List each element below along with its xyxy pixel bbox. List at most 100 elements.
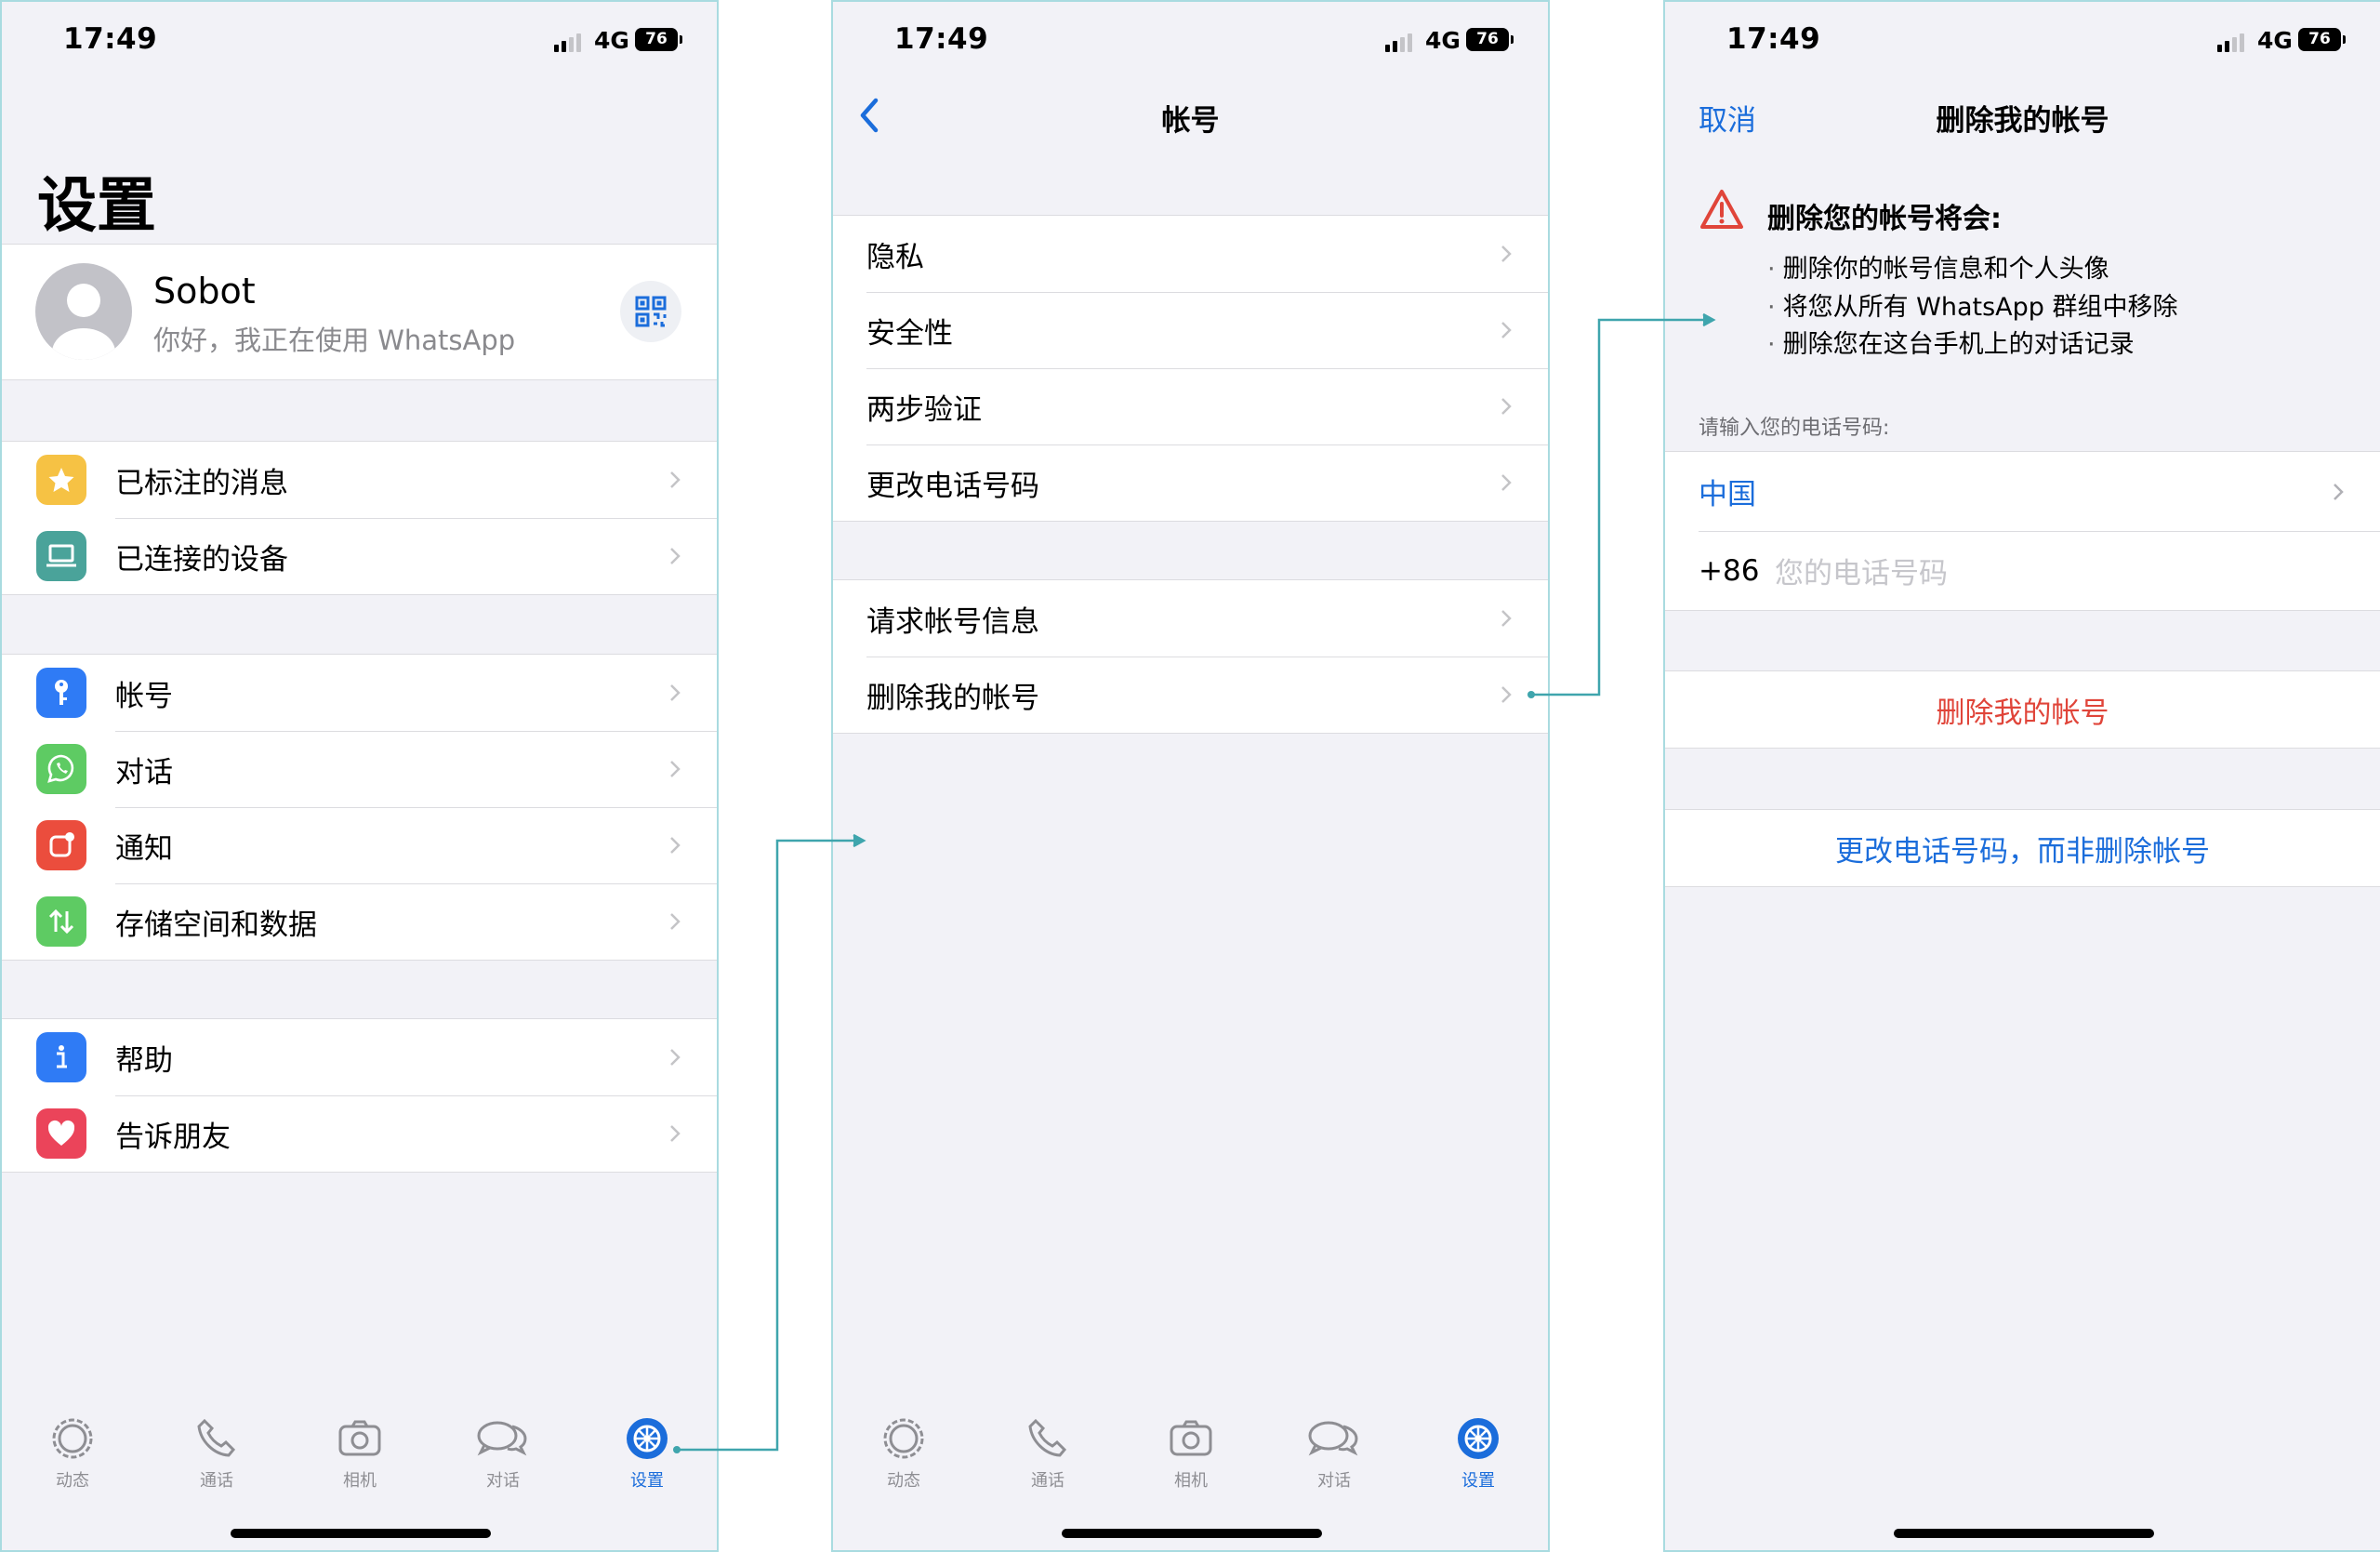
account-item-label: 删除我的帐号	[866, 681, 1039, 715]
account-item-privacy[interactable]: 隐私	[833, 216, 1548, 292]
profile-status: 你好，我正在使用 WhatsApp	[153, 325, 516, 356]
chevron-right-icon	[670, 1049, 681, 1066]
battery-icon: 76	[635, 28, 682, 51]
settings-item-label: 存储空间和数据	[115, 908, 317, 942]
settings-item-help[interactable]: 帮助	[2, 1019, 717, 1095]
tab-bar: 动态 通话 相机 对话 设置	[2, 1397, 717, 1550]
phone-number-row: +86 您的电话号码	[1665, 531, 2380, 610]
account-item-delete[interactable]: 删除我的帐号	[833, 657, 1548, 733]
network-type: 4G	[1425, 27, 1461, 54]
settings-item-label: 通知	[115, 831, 173, 866]
account-item-label: 安全性	[866, 316, 953, 351]
tab-status[interactable]: 动态	[866, 1415, 941, 1492]
settings-screen: 17:49 4G 76 设置 Sobot 你好，我正在使用 WhatsApp 已…	[0, 0, 719, 1552]
chevron-right-icon	[1501, 245, 1512, 262]
account-group-1: 隐私 安全性 两步验证 更改电话号码	[833, 215, 1548, 522]
phone-icon	[1028, 1418, 1067, 1457]
chevron-right-icon	[670, 913, 681, 930]
status-time: 17:49	[1726, 22, 1821, 56]
account-item-request-info[interactable]: 请求帐号信息	[833, 580, 1548, 657]
chevron-right-icon	[670, 684, 681, 701]
chevron-right-icon	[670, 471, 681, 488]
change-number-group: 更改电话号码，而非删除帐号	[1665, 809, 2380, 887]
settings-item-label: 对话	[115, 755, 173, 789]
qr-code-button[interactable]	[620, 281, 681, 342]
arrows-updown-icon	[36, 896, 86, 947]
signal-icon	[2217, 32, 2249, 52]
camera-icon	[1170, 1420, 1212, 1456]
status-time: 17:49	[894, 22, 989, 56]
bottom-area	[1665, 1397, 2380, 1550]
settings-item-chats[interactable]: 对话	[2, 731, 717, 807]
tab-calls[interactable]: 通话	[179, 1415, 254, 1492]
phone-number-input[interactable]: 您的电话号码	[1775, 550, 1948, 591]
network-type: 4G	[594, 27, 629, 54]
settings-item-tell-friend[interactable]: 告诉朋友	[2, 1095, 717, 1172]
settings-item-linked-devices[interactable]: 已连接的设备	[2, 518, 717, 594]
settings-item-label: 已连接的设备	[115, 542, 288, 577]
battery-icon: 76	[2298, 28, 2346, 51]
delete-button-group: 删除我的帐号	[1665, 670, 2380, 749]
account-item-security[interactable]: 安全性	[833, 292, 1548, 368]
tab-camera[interactable]: 相机	[1154, 1415, 1228, 1492]
star-icon	[36, 455, 86, 505]
network-type: 4G	[2257, 27, 2293, 54]
tab-label: 相机	[1174, 1471, 1208, 1491]
tab-settings[interactable]: 设置	[1441, 1415, 1515, 1492]
chevron-right-icon	[670, 761, 681, 777]
chevron-right-icon	[2334, 484, 2344, 500]
status-icon	[883, 1418, 924, 1459]
change-number-button[interactable]: 更改电话号码，而非删除帐号	[1665, 810, 2380, 886]
settings-item-notifications[interactable]: 通知	[2, 807, 717, 883]
avatar[interactable]	[35, 263, 132, 360]
tab-camera[interactable]: 相机	[323, 1415, 397, 1492]
account-item-two-step[interactable]: 两步验证	[833, 368, 1548, 444]
account-group-2: 请求帐号信息 删除我的帐号	[833, 579, 1548, 734]
phone-hint: 请输入您的电话号码:	[1699, 417, 1890, 440]
home-indicator	[1894, 1529, 2154, 1538]
home-indicator	[1062, 1529, 1322, 1538]
key-icon	[36, 668, 86, 718]
settings-item-storage[interactable]: 存储空间和数据	[2, 883, 717, 960]
tab-label: 对话	[486, 1471, 520, 1491]
phone-input-group: 中国 +86 您的电话号码	[1665, 451, 2380, 611]
tab-label: 通话	[1031, 1471, 1064, 1491]
settings-group-2: 帐号 对话 通知 存储空间和数据	[2, 654, 717, 961]
chevron-right-icon	[670, 548, 681, 564]
chevron-right-icon	[1501, 474, 1512, 491]
warning-title: 删除您的帐号将会:	[1767, 203, 2002, 235]
settings-item-label: 帮助	[115, 1043, 173, 1078]
account-item-label: 两步验证	[866, 392, 982, 427]
camera-icon	[338, 1420, 381, 1456]
tab-label: 对话	[1317, 1471, 1351, 1491]
tab-chats[interactable]: 对话	[466, 1415, 540, 1492]
delete-account-button[interactable]: 删除我的帐号	[1665, 671, 2380, 748]
settings-group-3: 帮助 告诉朋友	[2, 1018, 717, 1173]
profile-card[interactable]: Sobot 你好，我正在使用 WhatsApp	[2, 244, 717, 380]
warning-bullet: 删除您在这台手机上的对话记录	[1767, 324, 2135, 360]
settings-gear-icon	[627, 1418, 668, 1459]
status-icon	[52, 1418, 93, 1459]
account-item-change-number[interactable]: 更改电话号码	[833, 444, 1548, 521]
tab-label: 相机	[343, 1471, 377, 1491]
tab-label: 设置	[630, 1471, 664, 1491]
account-screen: 17:49 4G 76 帐号 隐私 安全性 两步验证 更改电话号码 请求帐号信息	[831, 0, 1550, 1552]
chevron-right-icon	[1501, 610, 1512, 627]
tab-status[interactable]: 动态	[35, 1415, 110, 1492]
settings-item-account[interactable]: 帐号	[2, 655, 717, 731]
signal-icon	[554, 32, 586, 52]
page-title: 设置	[37, 172, 156, 241]
tab-calls[interactable]: 通话	[1011, 1415, 1085, 1492]
info-icon	[36, 1032, 86, 1082]
chevron-right-icon	[1501, 398, 1512, 415]
settings-item-label: 告诉朋友	[115, 1120, 231, 1154]
delete-account-screen: 17:49 4G 76 取消 删除我的帐号 删除您的帐号将会: 删除你的帐号信息…	[1663, 0, 2380, 1552]
country-selector[interactable]: 中国	[1665, 452, 2380, 531]
settings-group-1: 已标注的消息 已连接的设备	[2, 441, 717, 595]
tab-settings[interactable]: 设置	[610, 1415, 684, 1492]
status-bar: 17:49 4G 76	[1665, 2, 2380, 80]
settings-item-starred[interactable]: 已标注的消息	[2, 442, 717, 518]
home-indicator	[231, 1529, 491, 1538]
tab-chats[interactable]: 对话	[1297, 1415, 1371, 1492]
account-item-label: 请求帐号信息	[866, 604, 1039, 639]
